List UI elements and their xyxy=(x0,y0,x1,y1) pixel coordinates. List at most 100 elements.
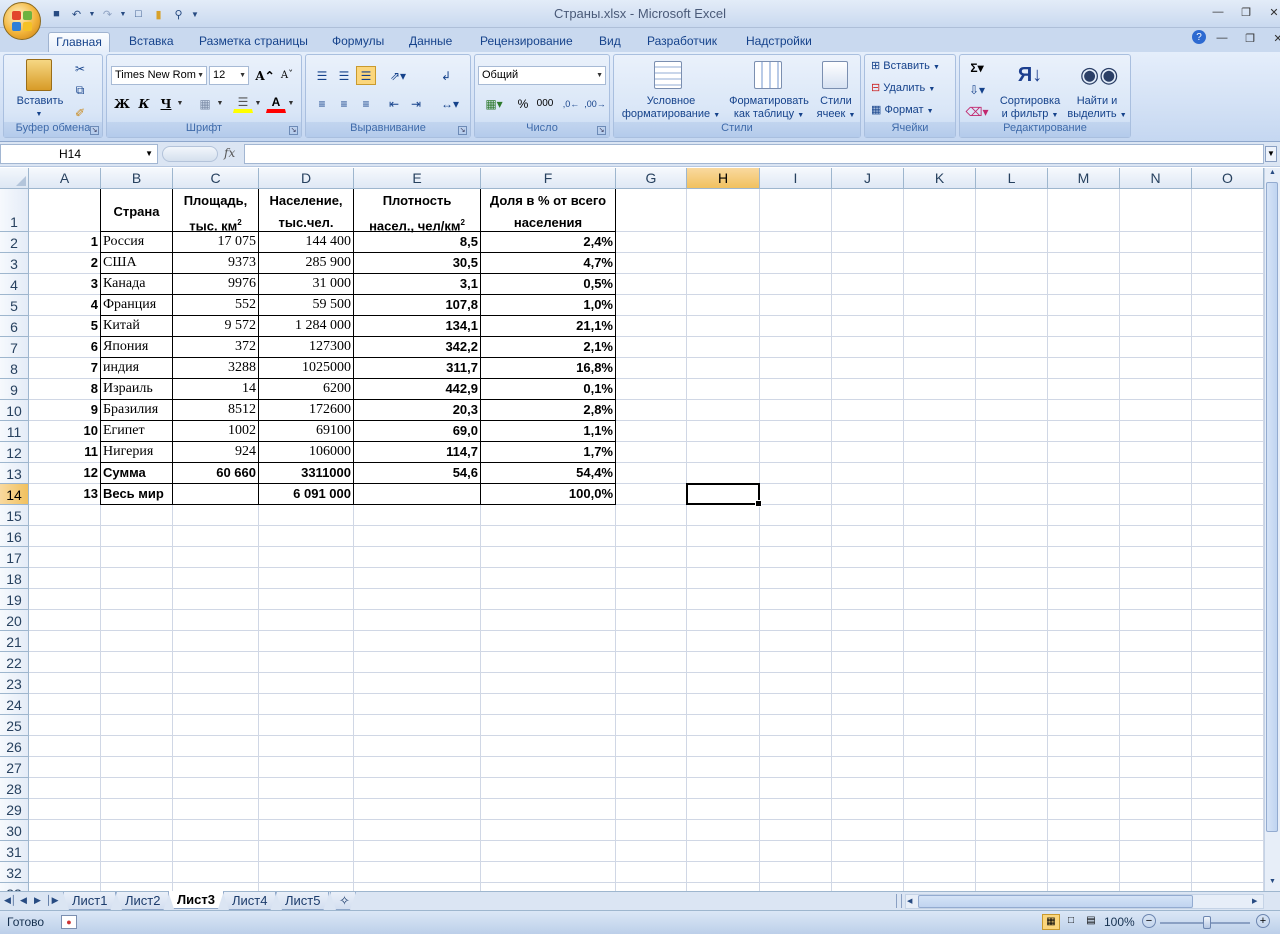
row-header-10[interactable]: 10 xyxy=(0,400,29,421)
cell-f5[interactable]: 1,0% xyxy=(481,295,615,316)
cell-a9[interactable]: 8 xyxy=(29,379,100,400)
column-header-h[interactable]: H xyxy=(687,168,760,189)
sheet-tab-5[interactable]: Лист5 xyxy=(276,892,329,910)
cell-b12[interactable]: Нигерия xyxy=(101,442,172,463)
cell-c8[interactable]: 3288 xyxy=(173,358,258,379)
row-header-20[interactable]: 20 xyxy=(0,610,29,631)
row-header-23[interactable]: 23 xyxy=(0,673,29,694)
fill-dropdown-icon[interactable]: ▼ xyxy=(253,94,263,113)
row-header-11[interactable]: 11 xyxy=(0,421,29,442)
row-header-15[interactable]: 15 xyxy=(0,505,29,526)
cut-icon[interactable]: ✂ xyxy=(70,59,90,78)
row-header-9[interactable]: 9 xyxy=(0,379,29,400)
cell-d13[interactable]: 3311000 xyxy=(259,463,353,484)
row-header-27[interactable]: 27 xyxy=(0,757,29,778)
cell-b5[interactable]: Франция xyxy=(101,295,172,316)
cell-f12[interactable]: 1,7% xyxy=(481,442,615,463)
tab-formulas[interactable]: Формулы xyxy=(328,32,388,52)
cell-e8[interactable]: 311,7 xyxy=(354,358,480,379)
column-header-e[interactable]: E xyxy=(354,168,481,189)
cell-d7[interactable]: 127300 xyxy=(259,337,353,358)
row-header-18[interactable]: 18 xyxy=(0,568,29,589)
column-header-o[interactable]: O xyxy=(1192,168,1264,189)
cell-a4[interactable]: 3 xyxy=(29,274,100,295)
cell-a13[interactable]: 12 xyxy=(29,463,100,484)
wrap-text-icon[interactable]: ↲ xyxy=(436,66,456,85)
copy-icon[interactable]: ⧉ xyxy=(70,81,90,100)
row-header-29[interactable]: 29 xyxy=(0,799,29,820)
cell-f2[interactable]: 2,4% xyxy=(481,232,615,253)
restore-icon[interactable]: ❐ xyxy=(1234,4,1258,20)
worksheet-grid[interactable]: ABCDEFGHIJKLMNO 1 2 3 4 5 6 7 8 9 10 11 12 13 14 15 16 1… xyxy=(0,168,1264,891)
ribbon-minimize-icon[interactable]: — xyxy=(1210,30,1234,46)
cell-d8[interactable]: 1025000 xyxy=(259,358,353,379)
header-share-line2[interactable]: населения xyxy=(481,212,615,233)
currency-icon[interactable]: ▦▾ xyxy=(479,94,509,113)
thousands-button[interactable]: 000 xyxy=(535,94,555,113)
sheet-tab-2[interactable]: Лист2 xyxy=(116,892,169,910)
help-icon[interactable]: ? xyxy=(1192,30,1206,44)
cell-c6[interactable]: 9 572 xyxy=(173,316,258,337)
column-header-n[interactable]: N xyxy=(1120,168,1192,189)
scroll-left-icon[interactable]: ◀ xyxy=(907,895,917,908)
column-header-g[interactable]: G xyxy=(616,168,687,189)
column-header-j[interactable]: J xyxy=(832,168,904,189)
column-header-l[interactable]: L xyxy=(976,168,1048,189)
cell-b13[interactable]: Сумма xyxy=(101,463,172,484)
cell-e13[interactable]: 54,6 xyxy=(354,463,480,484)
row-header-5[interactable]: 5 xyxy=(0,295,29,316)
underline-dropdown-icon[interactable]: ▼ xyxy=(175,94,185,113)
header-population-line1[interactable]: Население, xyxy=(259,190,353,211)
paste-dropdown-icon[interactable]: ▼ xyxy=(34,108,44,121)
row-header-14[interactable]: 14 xyxy=(0,484,29,505)
tab-split-handle[interactable] xyxy=(896,894,902,908)
minimize-icon[interactable]: — xyxy=(1206,4,1230,20)
tab-developer[interactable]: Разработчик xyxy=(643,32,721,52)
cell-d9[interactable]: 6200 xyxy=(259,379,353,400)
format-as-table-button[interactable]: Форматировать как таблицу ▼ xyxy=(724,95,814,122)
scroll-right-icon[interactable]: ▶ xyxy=(1252,895,1262,908)
column-header-d[interactable]: D xyxy=(259,168,354,189)
scroll-down-icon[interactable]: ▼ xyxy=(1266,878,1279,890)
align-left-icon[interactable]: ≡ xyxy=(312,94,332,113)
tab-insert[interactable]: Вставка xyxy=(125,32,178,52)
align-bottom-icon[interactable]: ☰ xyxy=(356,66,376,85)
font-color-dropdown-icon[interactable]: ▼ xyxy=(286,94,296,113)
cell-a2[interactable]: 1 xyxy=(29,232,100,253)
shrink-font-icon[interactable]: Aˇ xyxy=(277,66,297,85)
column-header-i[interactable]: I xyxy=(760,168,832,189)
row-header-30[interactable]: 30 xyxy=(0,820,29,841)
cell-b4[interactable]: Канада xyxy=(101,274,172,295)
align-right-icon[interactable]: ≡ xyxy=(356,94,376,113)
ribbon-restore-icon[interactable]: ❐ xyxy=(1238,30,1262,46)
cell-d14[interactable]: 6 091 000 xyxy=(259,484,353,505)
clipboard-launcher-icon[interactable]: ↘ xyxy=(90,126,99,135)
row-header-32[interactable]: 32 xyxy=(0,862,29,883)
cell-d12[interactable]: 106000 xyxy=(259,442,353,463)
cell-b2[interactable]: Россия xyxy=(101,232,172,253)
increase-indent-icon[interactable]: ⇥ xyxy=(406,94,426,113)
cell-c4[interactable]: 9976 xyxy=(173,274,258,295)
cell-e11[interactable]: 69,0 xyxy=(354,421,480,442)
zoom-in-icon[interactable]: + xyxy=(1256,914,1270,928)
cell-e12[interactable]: 114,7 xyxy=(354,442,480,463)
row-header-26[interactable]: 26 xyxy=(0,736,29,757)
paste-button[interactable]: Вставить xyxy=(10,95,70,108)
cell-e14[interactable] xyxy=(354,484,480,505)
header-share-line1[interactable]: Доля в % от всего xyxy=(481,190,615,211)
active-cell-cursor[interactable] xyxy=(686,483,762,507)
underline-button[interactable]: Ч xyxy=(156,94,176,113)
close-icon[interactable]: ✕ xyxy=(1262,4,1280,20)
row-header-22[interactable]: 22 xyxy=(0,652,29,673)
cell-c14[interactable] xyxy=(173,484,258,505)
cell-a6[interactable]: 5 xyxy=(29,316,100,337)
cell-a11[interactable]: 10 xyxy=(29,421,100,442)
cell-d2[interactable]: 144 400 xyxy=(259,232,353,253)
formula-input[interactable] xyxy=(244,144,1264,164)
cell-e3[interactable]: 30,5 xyxy=(354,253,480,274)
last-sheet-icon[interactable]: │▶ xyxy=(46,894,59,907)
header-area-line1[interactable]: Площадь, xyxy=(173,190,258,211)
expand-formula-bar-icon[interactable]: ▼ xyxy=(1265,146,1277,162)
cell-b6[interactable]: Китай xyxy=(101,316,172,337)
zoom-level[interactable]: 100% xyxy=(1104,915,1135,929)
